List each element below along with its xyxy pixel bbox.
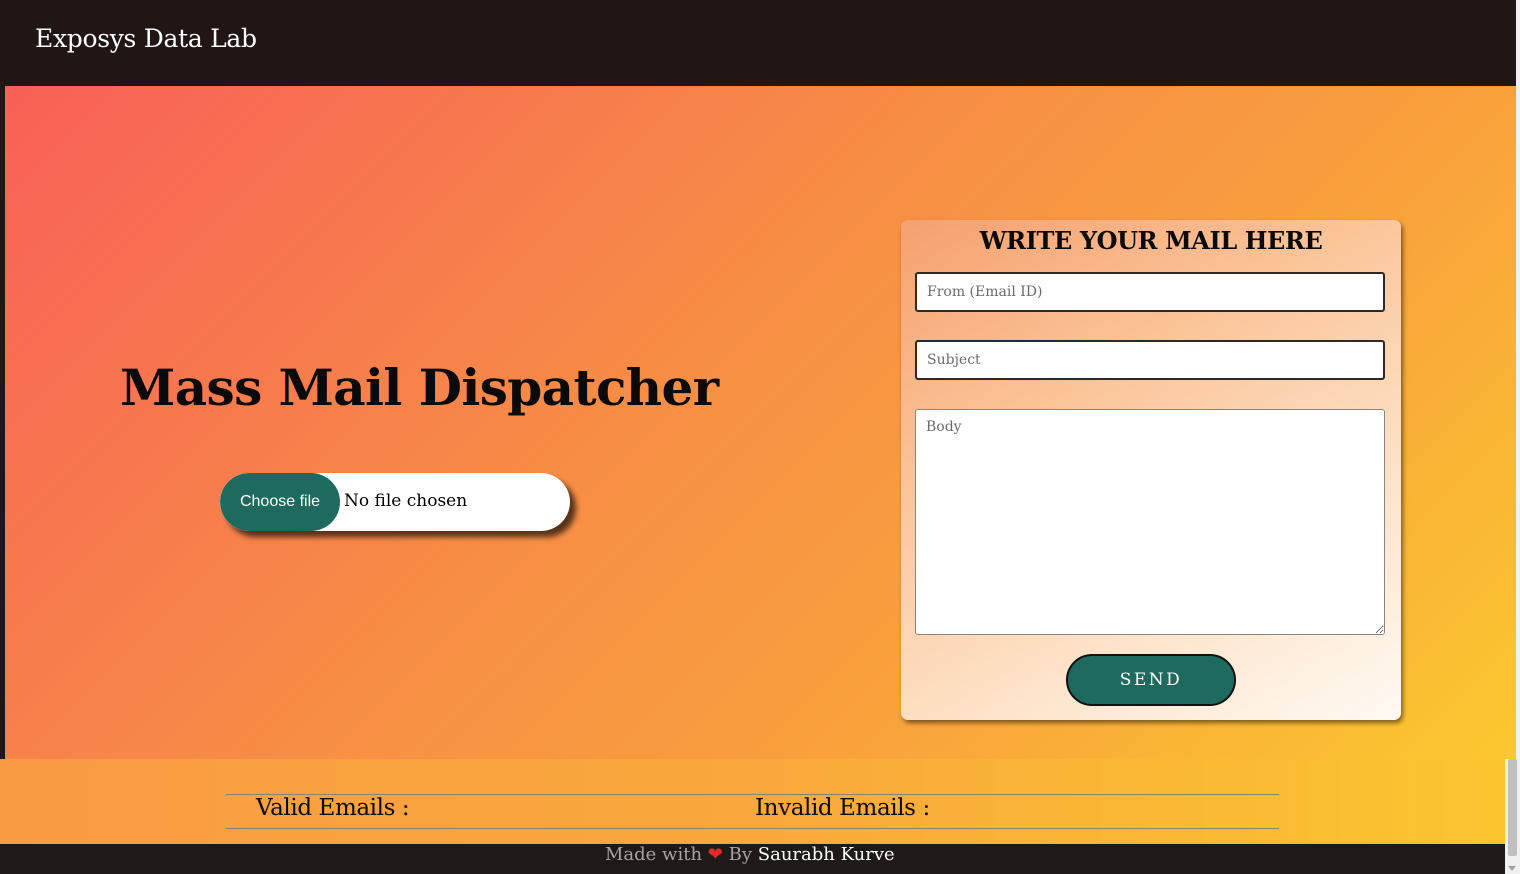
page-title: Mass Mail Dispatcher xyxy=(120,358,719,417)
scroll-thumb[interactable] xyxy=(1508,759,1517,856)
invalid-emails-label: Invalid Emails : xyxy=(755,795,930,821)
scroll-down-arrow-icon[interactable] xyxy=(1508,866,1516,871)
file-input[interactable]: Choose file No file chosen xyxy=(220,473,570,531)
mail-form-title: WRITE YOUR MAIL HERE xyxy=(979,226,1323,255)
subject-field[interactable] xyxy=(915,340,1385,380)
file-status-text: No file chosen xyxy=(344,491,468,511)
footer: Made with ❤ By Saurabh Kurve xyxy=(0,844,1505,874)
footer-by: By xyxy=(728,844,753,865)
results-divider-bottom xyxy=(226,828,1279,829)
from-email-field[interactable] xyxy=(915,272,1385,312)
mail-form: WRITE YOUR MAIL HERE SEND xyxy=(901,220,1401,720)
footer-made-with: Made with xyxy=(605,844,703,865)
valid-emails-label: Valid Emails : xyxy=(256,795,410,821)
author-link[interactable]: Saurabh Kurve xyxy=(758,844,895,865)
scroll-track-upper xyxy=(1516,0,1520,759)
brand-logo[interactable]: Exposys Data Lab xyxy=(35,24,257,53)
page-scrollbar[interactable] xyxy=(1505,759,1520,874)
hero-section: Mass Mail Dispatcher Choose file No file… xyxy=(5,86,1516,759)
body-textarea[interactable] xyxy=(915,409,1385,635)
results-strip: Valid Emails : Invalid Emails : xyxy=(0,759,1505,844)
top-navbar: Exposys Data Lab xyxy=(0,0,1515,86)
heart-icon: ❤ xyxy=(707,844,723,865)
footer-credit: Made with ❤ By Saurabh Kurve xyxy=(605,844,895,866)
choose-file-button[interactable]: Choose file xyxy=(220,473,340,531)
send-button[interactable]: SEND xyxy=(1066,654,1236,706)
